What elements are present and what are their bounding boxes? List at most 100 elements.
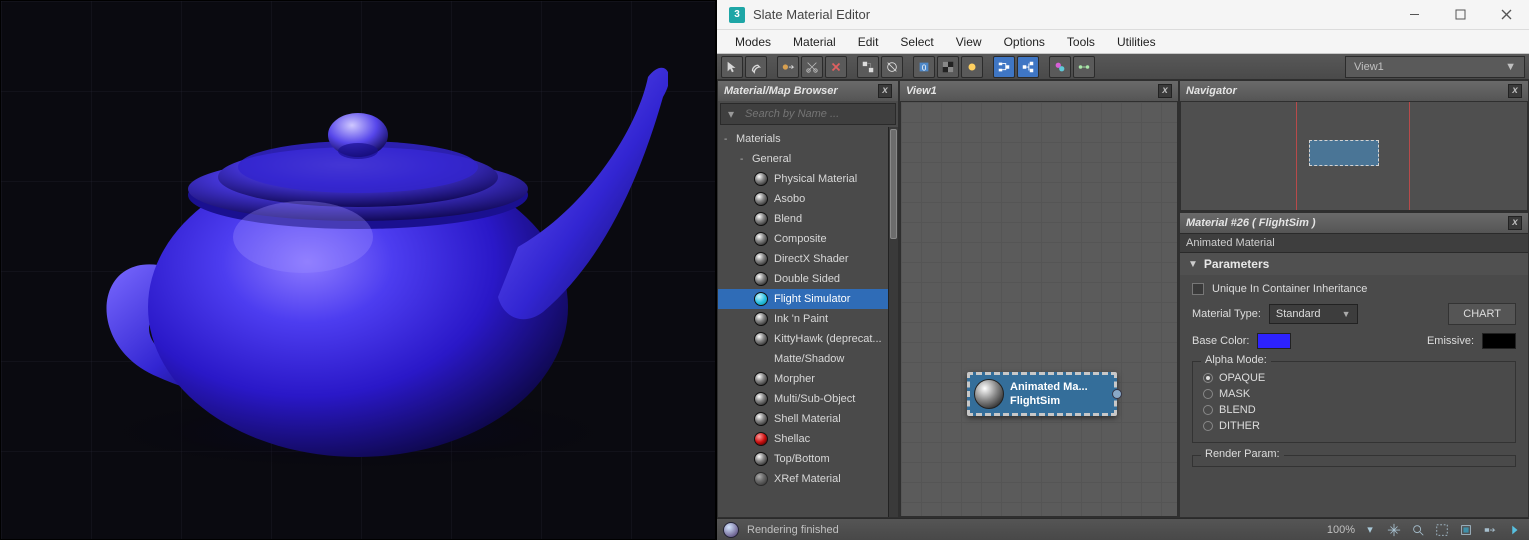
view-dropdown[interactable]: View1 ▼ xyxy=(1345,56,1525,78)
tool-move-children-icon[interactable] xyxy=(857,56,879,78)
tool-hide-unused-icon[interactable] xyxy=(881,56,903,78)
node-output-port[interactable] xyxy=(1112,389,1122,399)
material-sphere-icon xyxy=(754,332,768,346)
material-item[interactable]: Matte/Shadow xyxy=(718,349,898,369)
layout-all-icon[interactable] xyxy=(1505,521,1523,539)
zoom-dropdown-icon[interactable]: ▾ xyxy=(1361,521,1379,539)
window-titlebar[interactable]: 3 Slate Material Editor xyxy=(717,0,1529,30)
graph-close-icon[interactable]: x xyxy=(1158,84,1172,98)
material-item[interactable]: Physical Material xyxy=(718,169,898,189)
window-maximize-button[interactable] xyxy=(1437,0,1483,30)
material-name-field[interactable]: Animated Material xyxy=(1180,233,1528,253)
material-sphere-icon xyxy=(754,212,768,226)
tree-root-label: Materials xyxy=(736,133,781,145)
material-item[interactable]: Blend xyxy=(718,209,898,229)
scrollbar-thumb[interactable] xyxy=(890,129,897,239)
tool-show-map-icon[interactable]: 0 xyxy=(913,56,935,78)
menu-view[interactable]: View xyxy=(946,32,992,52)
window-close-button[interactable] xyxy=(1483,0,1529,30)
navigator-close-icon[interactable]: x xyxy=(1508,84,1522,98)
viewport-3d[interactable] xyxy=(0,0,716,540)
tool-assign-icon[interactable] xyxy=(777,56,799,78)
tool-background-icon[interactable] xyxy=(937,56,959,78)
material-item-label: Physical Material xyxy=(774,173,857,185)
zoom-tool-icon[interactable] xyxy=(1409,521,1427,539)
view-dropdown-label: View1 xyxy=(1354,61,1384,73)
browser-search[interactable]: ▾ xyxy=(720,103,896,125)
tool-layout-children-icon[interactable] xyxy=(1017,56,1039,78)
menu-modes[interactable]: Modes xyxy=(725,32,781,52)
browser-header[interactable]: Material/Map Browser x xyxy=(718,81,898,101)
parameters-rollout-header[interactable]: ▼ Parameters xyxy=(1180,253,1528,275)
window-minimize-button[interactable] xyxy=(1391,0,1437,30)
navigator-canvas[interactable] xyxy=(1180,101,1528,211)
material-item[interactable]: Asobo xyxy=(718,189,898,209)
tool-delete-icon[interactable] xyxy=(825,56,847,78)
tool-pick-icon[interactable] xyxy=(745,56,767,78)
material-item[interactable]: Morpher xyxy=(718,369,898,389)
material-type-select[interactable]: Standard ▼ xyxy=(1269,304,1358,324)
browser-scrollbar[interactable] xyxy=(888,127,898,517)
menu-bar: Modes Material Edit Select View Options … xyxy=(717,30,1529,54)
menu-edit[interactable]: Edit xyxy=(848,32,889,52)
alpha-mode-option[interactable]: OPAQUE xyxy=(1203,370,1505,386)
base-color-swatch[interactable] xyxy=(1257,333,1291,349)
tool-param-wiring-icon[interactable] xyxy=(1073,56,1095,78)
alpha-mode-option[interactable]: DITHER xyxy=(1203,418,1505,434)
material-tree[interactable]: -Materials -General Physical Material Aso… xyxy=(718,127,898,517)
tool-pointer-icon[interactable] xyxy=(721,56,743,78)
alpha-mode-option[interactable]: BLEND xyxy=(1203,402,1505,418)
parameters-close-icon[interactable]: x xyxy=(1508,216,1522,230)
material-item[interactable]: Top/Bottom xyxy=(718,449,898,469)
graph-header[interactable]: View1 x xyxy=(900,81,1178,101)
menu-utilities[interactable]: Utilities xyxy=(1107,32,1166,52)
zoom-extents-icon[interactable] xyxy=(1433,521,1451,539)
search-input[interactable] xyxy=(741,108,895,120)
radio-icon xyxy=(1203,373,1213,383)
tool-cut-icon[interactable] xyxy=(801,56,823,78)
emissive-swatch[interactable] xyxy=(1482,333,1516,349)
alpha-mode-option[interactable]: MASK xyxy=(1203,386,1505,402)
tool-layout-all-icon[interactable] xyxy=(993,56,1015,78)
material-item[interactable]: Multi/Sub-Object xyxy=(718,389,898,409)
zoom-region-icon[interactable] xyxy=(1457,521,1475,539)
material-item[interactable]: XRef Material xyxy=(718,469,898,489)
material-node[interactable]: Animated Ma... FlightSim xyxy=(967,372,1117,416)
material-item[interactable]: Composite xyxy=(718,229,898,249)
tool-backlight-icon[interactable] xyxy=(961,56,983,78)
alpha-mode-label: DITHER xyxy=(1219,420,1260,432)
material-item[interactable]: Shellac xyxy=(718,429,898,449)
material-item[interactable]: Shell Material xyxy=(718,409,898,429)
material-item[interactable]: KittyHawk (deprecat... xyxy=(718,329,898,349)
browser-close-icon[interactable]: x xyxy=(878,84,892,98)
tree-group-general[interactable]: -General xyxy=(718,149,898,169)
svg-text:0: 0 xyxy=(922,63,927,72)
pan-to-selected-icon[interactable] xyxy=(1481,521,1499,539)
navigator-viewport-rect[interactable] xyxy=(1309,140,1379,166)
chart-button[interactable]: CHART xyxy=(1448,303,1516,325)
material-sphere-icon xyxy=(754,452,768,466)
parameters-header[interactable]: Material #26 ( FlightSim ) x xyxy=(1180,213,1528,233)
material-item[interactable]: Ink 'n Paint xyxy=(718,309,898,329)
menu-material[interactable]: Material xyxy=(783,32,846,52)
material-item-label: Flight Simulator xyxy=(774,293,850,305)
material-item[interactable]: Double Sided xyxy=(718,269,898,289)
search-options-icon[interactable]: ▾ xyxy=(721,107,741,121)
material-item[interactable]: Flight Simulator xyxy=(718,289,898,309)
tree-root-materials[interactable]: -Materials xyxy=(718,129,898,149)
slate-material-editor-window: 3 Slate Material Editor Modes Material E… xyxy=(716,0,1529,540)
node-graph-panel: View1 x Animated Ma... FlightSim xyxy=(899,80,1179,518)
material-sphere-icon xyxy=(754,292,768,306)
tool-material-editor-icon[interactable] xyxy=(1049,56,1071,78)
navigator-header[interactable]: Navigator x xyxy=(1180,81,1528,101)
menu-options[interactable]: Options xyxy=(994,32,1055,52)
material-name-label: Animated Material xyxy=(1186,237,1275,249)
pan-icon[interactable] xyxy=(1385,521,1403,539)
unique-in-container-checkbox[interactable] xyxy=(1192,283,1204,295)
material-sphere-icon xyxy=(754,252,768,266)
menu-tools[interactable]: Tools xyxy=(1057,32,1105,52)
navigator-panel: Navigator x xyxy=(1179,80,1529,212)
menu-select[interactable]: Select xyxy=(890,32,943,52)
node-graph-canvas[interactable]: Animated Ma... FlightSim xyxy=(900,101,1178,517)
material-item[interactable]: DirectX Shader xyxy=(718,249,898,269)
